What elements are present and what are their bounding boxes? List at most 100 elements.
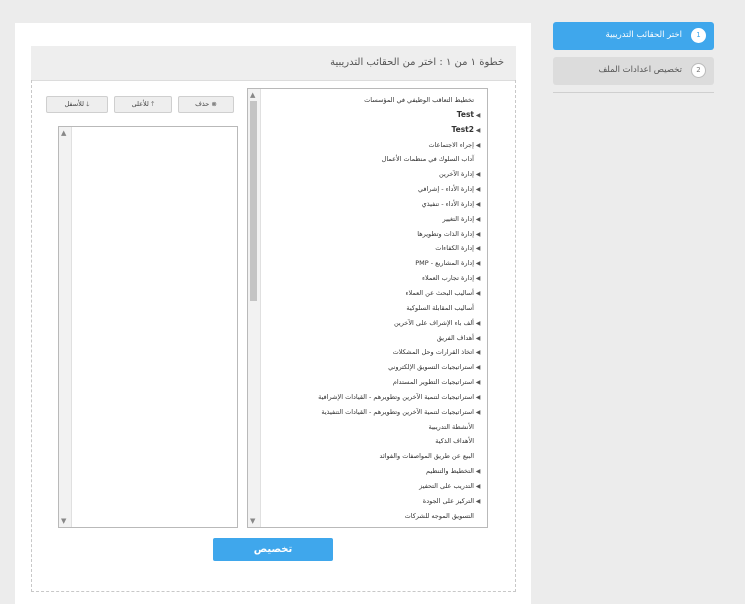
scroll-down-icon[interactable]: ▼ — [61, 517, 66, 525]
caret-left-icon[interactable]: ◀ — [474, 228, 482, 242]
caret-left-icon[interactable]: ◀ — [474, 332, 482, 346]
tree-item[interactable]: ◀إدارة الكفاءات — [260, 241, 482, 256]
caret-left-icon[interactable]: ◀ — [474, 465, 482, 479]
caret-left-icon[interactable]: ◀ — [474, 198, 482, 212]
tree-item[interactable]: ◀استراتيجيات التسويق الإلكتروني — [260, 360, 482, 375]
scroll-up-icon[interactable]: ▲ — [250, 91, 255, 99]
tree-item-label: أهداف الفريق — [436, 333, 474, 342]
tree-item[interactable]: ◀التخطيط والتنظيم — [260, 464, 482, 479]
tree-item-label: آداب السلوك في منظمات الأعمال — [381, 155, 474, 164]
tree-item[interactable]: ◀Test2 — [260, 123, 482, 138]
tree-item-label: أساليب المقابلة السلوكية — [406, 303, 474, 312]
tree-item[interactable]: ◀Test — [260, 108, 482, 123]
caret-left-icon[interactable]: ◀ — [474, 183, 482, 197]
tree-item[interactable]: ◀أهداف الفريق — [260, 331, 482, 346]
scroll-down-icon[interactable]: ▼ — [250, 517, 255, 525]
tree-item[interactable]: ◀اتخاذ القرارات وحل المشكلات — [260, 345, 482, 360]
tree-item-label: استراتيجيات لتنمية الآخرين وتطويرهم - ال… — [321, 407, 474, 416]
step-label: تخصيص اعدادات الملف — [598, 65, 683, 75]
tree-item-label: التدريب على التحفيز — [419, 481, 474, 490]
tree-item-label: Test — [456, 109, 474, 119]
move-down-button[interactable]: 🡓 للأسفل — [46, 96, 108, 113]
customize-button[interactable]: تخصيص — [213, 538, 333, 561]
caret-left-icon[interactable]: ◀ — [474, 139, 482, 153]
tree-item[interactable]: البيع عن طريق المواصفات والفوائد — [260, 449, 482, 464]
tree-item[interactable]: أساليب المقابلة السلوكية — [260, 301, 482, 316]
caret-left-icon[interactable]: ◀ — [474, 242, 482, 256]
tree-item[interactable]: ◀إدارة الأداء - تنفيذي — [260, 197, 482, 212]
caret-left-icon[interactable]: ◀ — [474, 346, 482, 360]
caret-left-icon[interactable]: ◀ — [474, 287, 482, 301]
step-select-bags[interactable]: 1 اختر الحقائب التدريبية — [553, 22, 714, 50]
tree-item-label: البيع عن طريق المواصفات والفوائد — [379, 452, 474, 461]
tree-item[interactable]: ◀إدارة تجارب العملاء — [260, 271, 482, 286]
tree-item-label: الأنشطة التدريبية — [428, 422, 474, 431]
tree-item-label: ألف باء الإشراف على الآخرين — [393, 318, 474, 327]
tree-item[interactable]: الأنشطة التدريبية — [260, 420, 482, 435]
tree-item-label: إدارة تجارب العملاء — [421, 274, 474, 283]
tree-item-label: إدارة الأداء - تنفيذي — [421, 199, 474, 208]
tree-item-label: استراتيجيات لتنمية الآخرين وتطويرهم - ال… — [318, 392, 474, 401]
tree-scroll-thumb[interactable] — [250, 101, 257, 301]
tree-item[interactable]: ◀استراتيجيات التطوير المستدام — [260, 375, 482, 390]
caret-left-icon[interactable]: ◀ — [474, 376, 482, 390]
tree-item-label: تخطيط التعاقب الوظيفي في المؤسسات — [364, 96, 474, 104]
selected-list-scrollbar[interactable]: ▲ ▼ — [59, 127, 72, 527]
tree-item-label: استراتيجيات التطوير المستدام — [392, 378, 474, 387]
caret-left-icon[interactable]: ◀ — [474, 168, 482, 182]
tree-item[interactable]: ◀استراتيجيات لتنمية الآخرين وتطويرهم - ا… — [260, 390, 482, 405]
step-label: اختر الحقائب التدريبية — [605, 30, 682, 40]
tree-item[interactable]: ◀إدارة التغيير — [260, 212, 482, 227]
caret-left-icon[interactable]: ◀ — [474, 213, 482, 227]
tree-item-label: إدارة الذات وتطويرها — [417, 229, 474, 238]
arrow-down-icon: 🡓 — [86, 100, 90, 108]
caret-left-icon[interactable]: ◀ — [474, 480, 482, 494]
tree-item[interactable]: ◀إدارة الأداء - إشرافي — [260, 182, 482, 197]
step-number: 1 — [691, 28, 706, 43]
tree-item-label: إدارة المشاريع - PMP — [415, 259, 474, 268]
caret-left-icon[interactable]: ◀ — [474, 391, 482, 405]
step-number: 2 — [691, 63, 706, 78]
training-bags-tree[interactable]: ▲ ▼ تخطيط التعاقب الوظيفي في المؤسسات ◀Te… — [247, 88, 488, 528]
close-circle-icon: ⊗ — [211, 100, 217, 108]
tree-item[interactable]: تخطيط التعاقب الوظيفي في المؤسسات — [260, 93, 482, 108]
caret-left-icon[interactable]: ◀ — [474, 124, 482, 138]
delete-button[interactable]: ⊗ حذف — [178, 96, 234, 113]
step-customize-file[interactable]: 2 تخصيص اعدادات الملف — [553, 57, 714, 85]
tree-item-label: إدارة التغيير — [442, 214, 474, 223]
caret-left-icon[interactable]: ◀ — [474, 257, 482, 271]
panel-header: خطوة ١ من ١ : اختر من الحقائب التدريبية — [31, 46, 516, 81]
tree-item[interactable]: ◀ألف باء الإشراف على الآخرين — [260, 316, 482, 331]
selected-bags-list[interactable]: ▲ ▼ — [58, 126, 238, 528]
tree-item[interactable]: آداب السلوك في منظمات الأعمال — [260, 152, 482, 167]
arrow-up-icon: 🡑 — [151, 100, 155, 108]
caret-left-icon[interactable]: ◀ — [474, 272, 482, 286]
tree-item[interactable]: ◀التركيز على الجودة — [260, 494, 482, 509]
tree-item[interactable]: ◀استراتيجيات لتنمية الآخرين وتطويرهم - ا… — [260, 405, 482, 420]
tree-item-label: إدارة الآخرين — [439, 170, 474, 179]
tree-item-label: استراتيجيات التسويق الإلكتروني — [388, 363, 474, 372]
caret-left-icon[interactable]: ◀ — [474, 361, 482, 375]
tree-item-label: إجراء الاجتماعات — [428, 140, 474, 149]
tree-item-label: إدارة الكفاءات — [435, 244, 474, 253]
tree-item-label: التركيز على الجودة — [422, 496, 474, 505]
caret-left-icon[interactable]: ◀ — [474, 495, 482, 509]
caret-left-icon[interactable]: ◀ — [474, 109, 482, 123]
caret-left-icon[interactable]: ◀ — [474, 317, 482, 331]
tree-item-label: إدارة الأداء - إشرافي — [417, 185, 474, 194]
steps-divider — [553, 92, 714, 93]
tree-item[interactable]: ◀إدارة الذات وتطويرها — [260, 227, 482, 242]
tree-item[interactable]: ◀إدارة الآخرين — [260, 167, 482, 182]
tree-item[interactable]: ◀إجراء الاجتماعات — [260, 138, 482, 153]
caret-left-icon[interactable]: ◀ — [474, 406, 482, 420]
tree-item-label: التخطيط والتنظيم — [426, 467, 474, 476]
tree-item[interactable]: ◀التدريب على التحفيز — [260, 479, 482, 494]
tree-item-label: Test2 — [451, 124, 474, 134]
move-up-button[interactable]: 🡑 للأعلى — [114, 96, 172, 113]
scroll-up-icon[interactable]: ▲ — [61, 129, 66, 137]
tree-item[interactable]: الأهداف الذكية — [260, 434, 482, 449]
tree-item[interactable]: ◀أساليب البحث عن العملاء — [260, 286, 482, 301]
tree-item[interactable]: ◀إدارة المشاريع - PMP — [260, 256, 482, 271]
panel-title: خطوة ١ من ١ : اختر من الحقائب التدريبية — [330, 57, 504, 68]
tree-item[interactable]: التسويق الموجه للشركات — [260, 509, 482, 524]
